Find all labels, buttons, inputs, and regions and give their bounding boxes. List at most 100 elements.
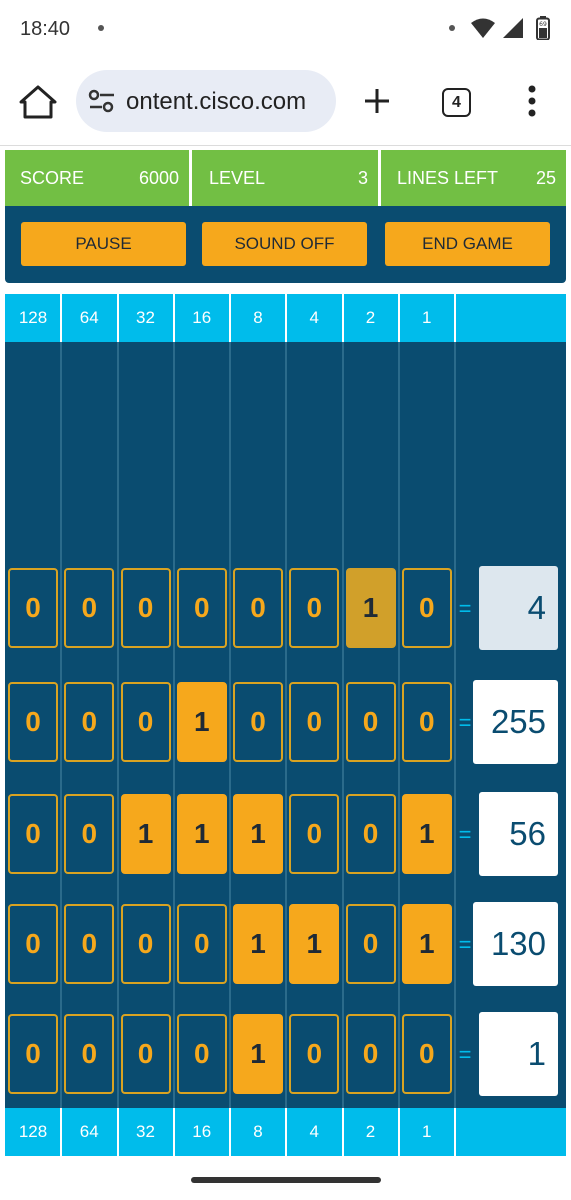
- wifi-icon: [471, 18, 495, 38]
- bit-cell[interactable]: 0: [8, 904, 58, 984]
- bit-cell[interactable]: 0: [64, 568, 115, 648]
- bit-cell[interactable]: 0: [289, 568, 340, 648]
- gesture-nav-handle[interactable]: [191, 1177, 381, 1183]
- score-panel: SCORE 6000: [5, 150, 189, 206]
- answer-box: 56: [479, 792, 558, 876]
- equals-sign: =: [458, 932, 472, 957]
- bit-cell[interactable]: 0: [120, 682, 171, 762]
- bit-cell[interactable]: 1: [176, 794, 227, 874]
- bit-value-label: 8: [253, 308, 263, 327]
- bit-cell[interactable]: 0: [289, 1014, 340, 1094]
- bit-cell[interactable]: 0: [176, 1014, 227, 1094]
- bit-value-label: 128: [18, 308, 48, 327]
- answer-box: 255: [473, 680, 558, 764]
- score-label: SCORE: [20, 167, 85, 188]
- bit-column-divider: [454, 1108, 456, 1156]
- bit-cell[interactable]: 0: [345, 904, 396, 984]
- equals-sign: =: [458, 822, 472, 847]
- level-label: LEVEL: [209, 167, 266, 188]
- column-divider: [116, 342, 119, 1108]
- bit-value-header: 128 64 32 16 8 4 2 1: [5, 294, 566, 342]
- bit-column-divider: [454, 294, 456, 342]
- bit-cell[interactable]: 1: [345, 568, 396, 648]
- bit-value-label: 4: [309, 308, 319, 327]
- bit-cell[interactable]: 0: [289, 794, 340, 874]
- bit-cell[interactable]: 1: [289, 904, 340, 984]
- bit-cell[interactable]: 0: [401, 682, 452, 762]
- lines-left-panel: LINES LEFT 25: [381, 150, 566, 206]
- lines-left-value: 25: [535, 167, 556, 188]
- bit-value-label: 2: [365, 1122, 376, 1141]
- equals-sign: =: [458, 1042, 472, 1067]
- bit-cell[interactable]: 0: [8, 1014, 58, 1094]
- bit-value-label: 8: [253, 1122, 263, 1141]
- bit-value-label: 32: [136, 1122, 155, 1141]
- battery-level: 69: [539, 21, 547, 28]
- bit-cell[interactable]: 0: [8, 568, 58, 648]
- bit-cell[interactable]: 0: [120, 568, 171, 648]
- home-icon[interactable]: [18, 84, 58, 120]
- bit-cell[interactable]: 0: [401, 1014, 452, 1094]
- pause-button[interactable]: PAUSE: [21, 222, 186, 266]
- bit-cell[interactable]: 0: [64, 682, 115, 762]
- end-game-button[interactable]: END GAME: [385, 222, 550, 266]
- level-panel: LEVEL 3: [192, 150, 378, 206]
- url-text[interactable]: ontent.cisco.com: [126, 88, 326, 116]
- bit-cell[interactable]: 0: [8, 682, 58, 762]
- address-bar[interactable]: ontent.cisco.com: [76, 70, 336, 132]
- tune-icon[interactable]: [88, 89, 116, 113]
- bit-cell[interactable]: 0: [176, 568, 227, 648]
- status-dot-icon: [449, 25, 455, 31]
- bit-cell[interactable]: 0: [64, 794, 115, 874]
- bit-cell[interactable]: 1: [176, 682, 227, 762]
- bit-cell[interactable]: 0: [345, 682, 396, 762]
- game-header: SCORE 6000 LEVEL 3 LINES LEFT 25 PAUSE S…: [5, 150, 566, 283]
- bit-value-footer: 128 64 32 16 8 4 2 1: [5, 1108, 566, 1156]
- bit-cell[interactable]: 1: [233, 794, 283, 874]
- bit-value-label: 4: [309, 1122, 319, 1141]
- bit-value-label: 64: [79, 308, 99, 327]
- score-value: 6000: [138, 167, 179, 188]
- bit-cell[interactable]: 1: [233, 904, 283, 984]
- game-board: 128 64 32 16 8 4 2 1 128 64 32 16 8 4 2 1 0 0 0 0 0 0 1 0 = 4 0 0…: [5, 294, 566, 1156]
- bit-cell[interactable]: 0: [120, 1014, 171, 1094]
- plus-icon[interactable]: [362, 86, 392, 116]
- bit-cell[interactable]: 0: [233, 682, 283, 762]
- column-divider: [397, 342, 400, 1108]
- bit-cell[interactable]: 0: [233, 568, 283, 648]
- answer-box: 1: [479, 1012, 558, 1096]
- bit-value-label: 1: [422, 308, 432, 327]
- browser-toolbar: ontent.cisco.com 4: [0, 58, 571, 146]
- bit-cell[interactable]: 0: [8, 794, 58, 874]
- bit-cell[interactable]: 1: [401, 904, 452, 984]
- column-divider: [60, 342, 63, 1108]
- bit-cell[interactable]: 1: [401, 794, 452, 874]
- bit-cell[interactable]: 1: [233, 1014, 283, 1094]
- notification-dot-icon: [98, 25, 104, 31]
- bit-cell[interactable]: 0: [176, 904, 227, 984]
- bit-value-label: 64: [79, 1122, 99, 1141]
- tab-switcher-button[interactable]: 4: [442, 88, 471, 117]
- status-time: 18:40: [20, 18, 71, 40]
- more-vert-icon[interactable]: [524, 84, 540, 118]
- toolbar-divider: [0, 145, 571, 146]
- bit-cell[interactable]: 1: [120, 794, 171, 874]
- column-divider: [229, 342, 231, 1108]
- bit-cell[interactable]: 0: [120, 904, 171, 984]
- column-divider: [285, 342, 288, 1108]
- bit-cell[interactable]: 0: [64, 1014, 115, 1094]
- column-divider: [172, 342, 175, 1108]
- bit-value-label: 1: [422, 1122, 432, 1141]
- bit-cell[interactable]: 0: [289, 682, 340, 762]
- equals-sign: =: [458, 710, 472, 735]
- bit-cell[interactable]: 0: [64, 904, 115, 984]
- lines-left-label: LINES LEFT: [397, 167, 499, 188]
- sound-off-button[interactable]: SOUND OFF: [202, 222, 367, 266]
- bit-value-label: 16: [192, 1122, 212, 1141]
- bit-cell[interactable]: 0: [401, 568, 452, 648]
- bit-cell[interactable]: 0: [345, 1014, 396, 1094]
- answer-box-current[interactable]: 4: [479, 566, 558, 650]
- bit-cell[interactable]: 0: [345, 794, 396, 874]
- status-bar: 18:40 69: [0, 0, 571, 58]
- signal-icon: [503, 18, 523, 38]
